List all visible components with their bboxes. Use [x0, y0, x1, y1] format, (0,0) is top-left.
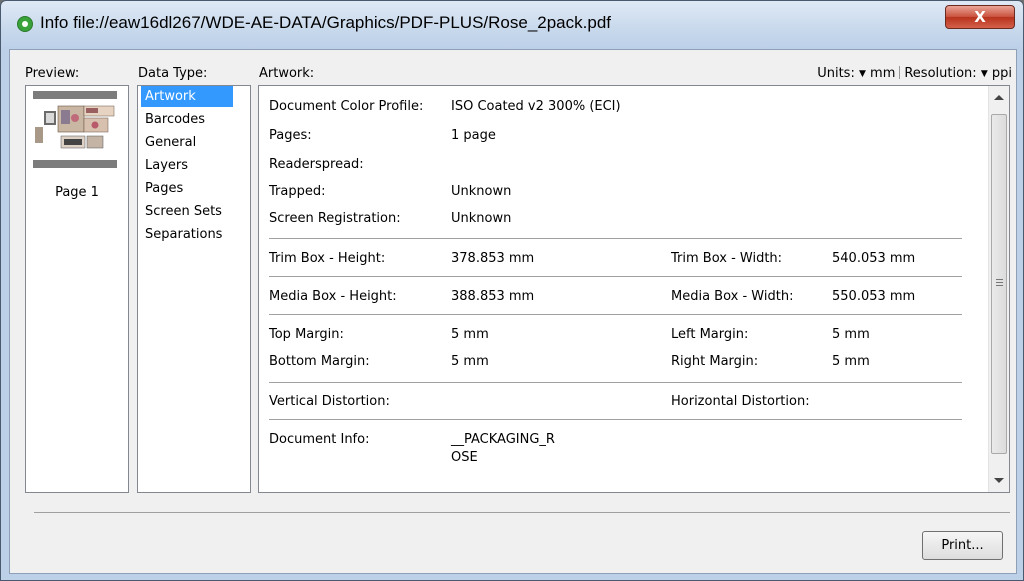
- page-label: Page 1: [55, 185, 99, 200]
- dialog-body: Preview: Data Type: Artwork: Units: ▼ mm…: [9, 49, 1017, 574]
- doc-color-profile-value: ISO Coated v2 300% (ECI): [451, 99, 621, 114]
- data-type-item-separations[interactable]: Separations: [141, 224, 226, 245]
- pages-value: 1 page: [451, 128, 496, 143]
- close-icon: X: [974, 8, 986, 26]
- artwork-panel: Document Color Profile: ISO Coated v2 30…: [258, 85, 1010, 493]
- divider: [899, 66, 901, 79]
- trim-width-value: 540.053 mm: [832, 251, 916, 266]
- grip-icon: [996, 285, 1003, 286]
- doc-color-profile-label: Document Color Profile:: [269, 99, 424, 114]
- data-type-item-screen-sets[interactable]: Screen Sets: [141, 201, 226, 222]
- left-margin-label: Left Margin:: [671, 327, 749, 342]
- trapped-value: Unknown: [451, 184, 512, 199]
- media-height-value: 388.853 mm: [451, 289, 535, 304]
- vertical-distortion-label: Vertical Distortion:: [269, 394, 390, 409]
- preview-header: Preview:: [25, 66, 80, 81]
- data-type-item-layers[interactable]: Layers: [141, 155, 192, 176]
- right-margin-label: Right Margin:: [671, 354, 759, 369]
- screen-registration-value: Unknown: [451, 211, 512, 226]
- preview-bottom-bar: [33, 160, 117, 168]
- doc-info-label: Document Info:: [269, 432, 370, 447]
- data-type-item-pages[interactable]: Pages: [141, 178, 187, 199]
- data-type-item-artwork[interactable]: Artwork: [141, 86, 233, 107]
- units-label: Units:: [817, 66, 855, 81]
- right-margin-value: 5 mm: [832, 354, 870, 369]
- media-width-value: 550.053 mm: [832, 289, 916, 304]
- media-width-label: Media Box - Width:: [671, 289, 794, 304]
- pages-label: Pages:: [269, 128, 312, 143]
- trim-width-label: Trim Box - Width:: [671, 251, 783, 266]
- separator: [269, 238, 962, 239]
- bottom-margin-value: 5 mm: [451, 354, 489, 369]
- data-type-item-general[interactable]: General: [141, 132, 200, 153]
- units-value: mm: [870, 66, 896, 81]
- scroll-up-icon[interactable]: [994, 95, 1004, 100]
- grip-icon: [996, 279, 1003, 280]
- trim-height-value: 378.853 mm: [451, 251, 535, 266]
- top-margin-value: 5 mm: [451, 327, 489, 342]
- separator: [269, 276, 962, 277]
- doc-info-value-line2: OSE: [451, 450, 478, 465]
- preview-panel: Page 1: [25, 85, 129, 493]
- print-button[interactable]: Print...: [922, 531, 1003, 560]
- left-margin-value: 5 mm: [832, 327, 870, 342]
- separator: [269, 419, 962, 420]
- page-thumbnail-image: [33, 102, 117, 153]
- screen-registration-label: Screen Registration:: [269, 211, 401, 226]
- media-height-label: Media Box - Height:: [269, 289, 397, 304]
- trim-height-label: Trim Box - Height:: [269, 251, 386, 266]
- bottom-margin-label: Bottom Margin:: [269, 354, 370, 369]
- units-resolution-bar: Units: ▼ mm Resolution: ▼ ppi: [817, 66, 1012, 81]
- app-icon: [17, 16, 33, 32]
- data-type-list: Artwork Barcodes General Layers Pages Sc…: [137, 85, 251, 493]
- resolution-label: Resolution:: [904, 66, 977, 81]
- resolution-value: ppi: [991, 66, 1012, 81]
- artwork-header: Artwork:: [259, 66, 315, 81]
- close-button[interactable]: X: [945, 5, 1015, 29]
- dropdown-arrow-icon: ▼: [858, 69, 866, 79]
- title-bar[interactable]: Info file://eaw16dl267/WDE-AE-DATA/Graph…: [1, 1, 1023, 49]
- doc-info-value-line1: __PACKAGING_R: [451, 432, 555, 447]
- scrollbar-thumb[interactable]: [991, 114, 1007, 454]
- window-title: Info file://eaw16dl267/WDE-AE-DATA/Graph…: [40, 13, 611, 32]
- preview-top-bar: [33, 91, 117, 99]
- trapped-label: Trapped:: [269, 184, 326, 199]
- top-margin-label: Top Margin:: [269, 327, 344, 342]
- info-dialog: Info file://eaw16dl267/WDE-AE-DATA/Graph…: [0, 0, 1024, 581]
- readerspread-label: Readerspread:: [269, 157, 364, 172]
- scroll-down-icon[interactable]: [994, 478, 1004, 483]
- vertical-scrollbar[interactable]: [988, 86, 1009, 492]
- data-type-header: Data Type:: [138, 66, 208, 81]
- horizontal-distortion-label: Horizontal Distortion:: [671, 394, 810, 409]
- dropdown-arrow-icon: ▼: [980, 69, 988, 79]
- separator: [269, 382, 962, 383]
- footer-separator: [34, 512, 1010, 513]
- data-type-item-barcodes[interactable]: Barcodes: [141, 109, 209, 130]
- grip-icon: [996, 282, 1003, 283]
- units-dropdown[interactable]: ▼ mm: [859, 66, 895, 81]
- separator: [269, 314, 962, 315]
- resolution-dropdown[interactable]: ▼ ppi: [981, 66, 1012, 81]
